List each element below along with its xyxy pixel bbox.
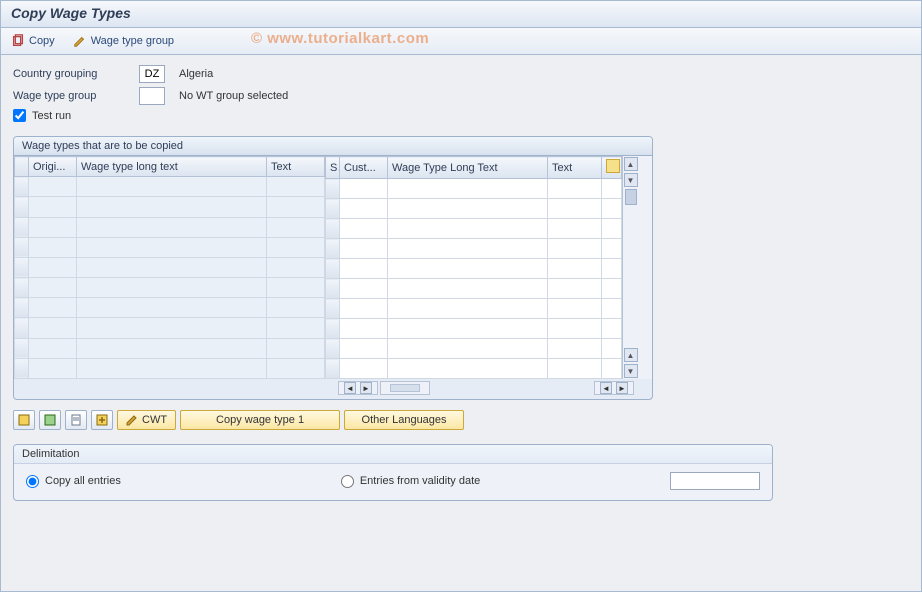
hscroll-left[interactable]: ◄ ► xyxy=(338,381,378,395)
copy-button[interactable]: Copy xyxy=(9,32,57,50)
table-row[interactable] xyxy=(15,358,325,378)
wage-type-group-button-label: Wage type group xyxy=(91,35,174,47)
table-row[interactable] xyxy=(326,259,622,279)
right-col-cust[interactable]: Cust... xyxy=(340,157,388,179)
page-title: Copy Wage Types xyxy=(11,5,911,21)
test-run-checkbox[interactable] xyxy=(13,109,26,122)
other-languages-button[interactable]: Other Languages xyxy=(344,410,464,430)
table-row[interactable] xyxy=(15,257,325,277)
left-grid-corner xyxy=(15,157,29,177)
copy-button-label: Copy xyxy=(29,35,55,47)
table-row[interactable] xyxy=(15,298,325,318)
table-row[interactable] xyxy=(15,278,325,298)
hscroll-left-next-icon[interactable]: ► xyxy=(360,382,372,394)
grid-config-header[interactable] xyxy=(602,157,622,179)
table-row[interactable] xyxy=(326,239,622,259)
right-col-long-text[interactable]: Wage Type Long Text xyxy=(388,157,548,179)
wage-types-panel: Wage types that are to be copied Origi..… xyxy=(13,136,653,400)
table-row[interactable] xyxy=(326,179,622,199)
deselect-all-icon xyxy=(44,414,56,426)
entries-from-label: Entries from validity date xyxy=(360,475,480,487)
edit-icon xyxy=(126,414,138,426)
hscroll-track[interactable] xyxy=(380,381,430,395)
wage-type-group-input[interactable] xyxy=(139,87,165,105)
other-languages-label: Other Languages xyxy=(362,414,447,426)
vertical-scrollbar[interactable]: ▲ ▼ ▲ ▼ xyxy=(622,156,638,379)
table-row[interactable] xyxy=(15,197,325,217)
table-row[interactable] xyxy=(15,318,325,338)
copy-wage-type-label: Copy wage type 1 xyxy=(216,414,304,426)
country-grouping-input[interactable] xyxy=(139,65,165,83)
delimitation-panel: Delimitation Copy all entries Entries fr… xyxy=(13,444,773,501)
new-entry-icon xyxy=(96,414,108,426)
pencil-icon xyxy=(73,34,87,48)
right-col-s[interactable]: S xyxy=(326,157,340,179)
grid-container: Origi... Wage type long text Text xyxy=(14,156,652,379)
left-col-long-text[interactable]: Wage type long text xyxy=(77,157,267,177)
entries-from-radio[interactable] xyxy=(341,475,354,488)
select-all-icon xyxy=(18,414,30,426)
copy-all-entries-option[interactable]: Copy all entries xyxy=(26,475,121,488)
scroll-up-page-button[interactable]: ▲ xyxy=(624,348,638,362)
copy-all-radio[interactable] xyxy=(26,475,39,488)
cwt-button-label: CWT xyxy=(142,414,167,426)
scroll-up-button[interactable]: ▲ xyxy=(624,157,638,171)
country-grouping-label: Country grouping xyxy=(13,68,133,80)
watermark-text: © www.tutorialkart.com xyxy=(251,30,429,47)
copy-icon xyxy=(11,34,25,48)
table-row[interactable] xyxy=(15,217,325,237)
hscroll-right-prev-icon[interactable]: ◄ xyxy=(600,382,612,394)
scroll-thumb[interactable] xyxy=(625,189,637,205)
left-grid[interactable]: Origi... Wage type long text Text xyxy=(14,156,325,379)
left-col-original[interactable]: Origi... xyxy=(29,157,77,177)
copy-all-label: Copy all entries xyxy=(45,475,121,487)
table-row[interactable] xyxy=(15,338,325,358)
test-run-label: Test run xyxy=(32,110,71,122)
new-entry-button[interactable] xyxy=(91,410,113,430)
table-row[interactable] xyxy=(15,237,325,257)
wage-types-panel-title: Wage types that are to be copied xyxy=(14,137,652,156)
delimitation-title: Delimitation xyxy=(14,445,772,464)
hscroll-right[interactable]: ◄ ► xyxy=(594,381,634,395)
validity-date-input[interactable] xyxy=(670,472,760,490)
hscroll-left-prev-icon[interactable]: ◄ xyxy=(344,382,356,394)
table-row[interactable] xyxy=(326,339,622,359)
wage-type-group-text: No WT group selected xyxy=(179,90,288,102)
title-bar: Copy Wage Types xyxy=(1,1,921,28)
table-row[interactable] xyxy=(15,177,325,197)
select-all-button[interactable] xyxy=(13,410,35,430)
hscroll-right-next-icon[interactable]: ► xyxy=(616,382,628,394)
table-row[interactable] xyxy=(326,299,622,319)
copy-wage-type-button[interactable]: Copy wage type 1 xyxy=(180,410,340,430)
wage-type-group-label: Wage type group xyxy=(13,90,133,102)
scroll-down-button[interactable]: ▼ xyxy=(624,364,638,378)
wage-type-group-row: Wage type group No WT group selected xyxy=(13,87,909,105)
left-col-text[interactable]: Text xyxy=(267,157,325,177)
right-grid[interactable]: S Cust... Wage Type Long Text Text xyxy=(325,156,622,379)
cwt-button[interactable]: CWT xyxy=(117,410,176,430)
delimitation-body: Copy all entries Entries from validity d… xyxy=(14,464,772,492)
page-icon xyxy=(70,414,82,426)
page-button[interactable] xyxy=(65,410,87,430)
right-col-text[interactable]: Text xyxy=(548,157,602,179)
country-grouping-text: Algeria xyxy=(179,68,213,80)
test-run-row: Test run xyxy=(13,109,909,122)
table-row[interactable] xyxy=(326,319,622,339)
table-row[interactable] xyxy=(326,359,622,379)
table-row[interactable] xyxy=(326,199,622,219)
configure-columns-icon[interactable] xyxy=(606,159,620,173)
application-toolbar: Copy Wage type group © www.tutorialkart.… xyxy=(1,28,921,55)
table-row[interactable] xyxy=(326,219,622,239)
entries-from-date-option[interactable]: Entries from validity date xyxy=(341,475,480,488)
table-row[interactable] xyxy=(326,279,622,299)
wage-type-group-button[interactable]: Wage type group xyxy=(71,32,176,50)
action-row: CWT Copy wage type 1 Other Languages xyxy=(13,410,909,430)
country-grouping-row: Country grouping Algeria xyxy=(13,65,909,83)
scroll-down-step-button[interactable]: ▼ xyxy=(624,173,638,187)
deselect-all-button[interactable] xyxy=(39,410,61,430)
hscroll-thumb[interactable] xyxy=(390,384,420,392)
content-area: Country grouping Algeria Wage type group… xyxy=(1,55,921,591)
